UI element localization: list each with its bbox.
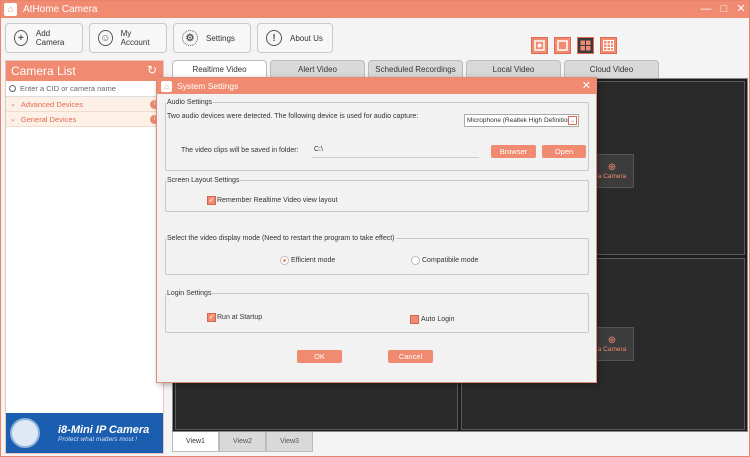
remember-layout-checkbox[interactable]: ✓ (207, 196, 216, 205)
about-us-button[interactable]: ! About Us (257, 23, 333, 53)
chevron-down-icon: ⌄ (10, 116, 16, 123)
run-at-startup-checkbox[interactable]: ✓ (207, 313, 216, 322)
compatible-mode-label: Compatibile mode (422, 257, 479, 264)
view-tabs: View1 View2 View3 (172, 432, 313, 452)
display-mode-legend: Select the video display mode (Need to r… (167, 235, 395, 242)
efficient-mode-label: Efficient mode (291, 257, 336, 264)
main-tabs: Realtime Video Alert Video Scheduled Rec… (172, 60, 659, 78)
camera-list-title: Camera List (11, 64, 76, 78)
about-us-label: About Us (290, 33, 323, 43)
remember-layout-label: Remember Realtime Video view layout (217, 197, 338, 204)
refresh-icon[interactable]: ↻ (147, 63, 157, 77)
cancel-button[interactable]: Cancel (388, 350, 433, 363)
login-settings-legend: Login Settings (167, 290, 212, 297)
tab-view2[interactable]: View2 (219, 432, 266, 452)
camera-search-placeholder: Enter a CID or camera name (20, 84, 116, 93)
tab-cloud-video[interactable]: Cloud Video (564, 60, 659, 78)
tab-view3[interactable]: View3 (266, 432, 313, 452)
settings-label: Settings (206, 33, 235, 43)
close-button[interactable]: ✕ (734, 2, 748, 16)
ok-button[interactable]: OK (297, 350, 342, 363)
camera-list-panel: Camera List ↻ Enter a CID or camera name… (5, 60, 164, 454)
group-label: General Devices (20, 114, 77, 124)
gear-icon: ⚙ (182, 30, 198, 46)
robot-camera-icon (10, 418, 40, 448)
screen-layout-legend: Screen Layout Settings (167, 177, 240, 184)
settings-button[interactable]: ⚙ Settings (173, 23, 251, 53)
audio-settings-legend: Audio Settings (167, 99, 213, 106)
add-camera-label: Add Camera (35, 29, 65, 47)
dialog-close-icon[interactable]: ✕ (582, 79, 591, 92)
tab-alert-video[interactable]: Alert Video (270, 60, 365, 78)
display-mode-group: Select the video display mode (Need to r… (165, 235, 589, 275)
my-account-label: My Account (120, 29, 150, 47)
user-icon: ☺ (98, 30, 113, 46)
chevron-down-icon: ⌄ (568, 116, 577, 125)
search-icon (9, 85, 16, 92)
app-logo-icon: ⌂ (4, 3, 17, 16)
audio-device-select[interactable]: Microphone (Realtek High Definition ⌄ (464, 114, 579, 127)
audio-device-value: Microphone (Realtek High Definition (467, 117, 572, 124)
app-title: AtHome Camera (23, 4, 98, 15)
open-button[interactable]: Open (542, 145, 586, 158)
camera-search-input[interactable]: Enter a CID or camera name (6, 81, 163, 97)
banner-subtitle: Protect what matters most ! (58, 435, 138, 443)
layout-single-icon[interactable] (531, 37, 548, 54)
efficient-mode-radio[interactable] (280, 256, 289, 265)
chevron-down-icon: ⌄ (10, 101, 16, 108)
dialog-title-bar: ⌂ System Settings ✕ (157, 78, 596, 94)
add-camera-icon: ⊕ (607, 335, 617, 346)
browse-button[interactable]: Browser (491, 145, 536, 158)
group-general-devices[interactable]: ⌄ General Devices i (6, 112, 163, 127)
group-label: Advanced Devices (20, 99, 83, 109)
group-advanced-devices[interactable]: ⌄ Advanced Devices i (6, 97, 163, 112)
app-window: ⌂ AtHome Camera — □ ✕ + Add Camera ☺ My … (0, 0, 750, 457)
tab-scheduled-recordings[interactable]: Scheduled Recordings (368, 60, 463, 78)
dialog-title: System Settings (177, 81, 239, 91)
tab-local-video[interactable]: Local Video (466, 60, 561, 78)
audio-settings-group: Audio Settings (165, 99, 589, 171)
screen-layout-group: Screen Layout Settings (165, 177, 589, 212)
title-bar: ⌂ AtHome Camera — □ ✕ (1, 1, 749, 18)
maximize-button[interactable]: □ (717, 2, 731, 16)
audio-message: Two audio devices were detected. The fol… (167, 113, 419, 120)
login-settings-group: Login Settings (165, 290, 589, 333)
add-camera-icon: ⊕ (607, 162, 617, 173)
minimize-button[interactable]: — (699, 2, 713, 16)
toolbar: + Add Camera ☺ My Account ⚙ Settings ! A… (5, 23, 333, 53)
system-settings-dialog: ⌂ System Settings ✕ Audio Settings Two a… (156, 77, 597, 383)
banner-title: i8-Mini IP Camera (58, 423, 150, 436)
my-account-button[interactable]: ☺ My Account (89, 23, 167, 53)
info-icon: ! (266, 30, 282, 46)
plus-icon: + (14, 30, 28, 46)
layout-four-icon[interactable] (577, 37, 594, 54)
compatible-mode-radio[interactable] (411, 256, 420, 265)
layout-nine-icon[interactable] (600, 37, 617, 54)
camera-list-header: Camera List ↻ (6, 61, 163, 81)
layout-one-icon[interactable] (554, 37, 571, 54)
app-logo-icon: ⌂ (161, 80, 172, 92)
layout-selector (531, 37, 617, 54)
add-camera-tile-label: a Camera (597, 173, 627, 180)
add-camera-button[interactable]: + Add Camera (5, 23, 83, 53)
run-at-startup-label: Run at Startup (217, 314, 263, 321)
auto-login-label: Auto Login (421, 316, 455, 323)
promo-banner[interactable]: i8-Mini IP Camera Protect what matters m… (6, 413, 163, 453)
tab-view1[interactable]: View1 (172, 432, 219, 452)
tab-realtime-video[interactable]: Realtime Video (172, 60, 267, 78)
folder-label: The video clips will be saved in folder: (181, 147, 299, 154)
add-camera-tile-label: a Camera (597, 346, 627, 353)
auto-login-checkbox[interactable] (410, 315, 419, 324)
folder-path-field[interactable]: C:\ (312, 146, 479, 158)
